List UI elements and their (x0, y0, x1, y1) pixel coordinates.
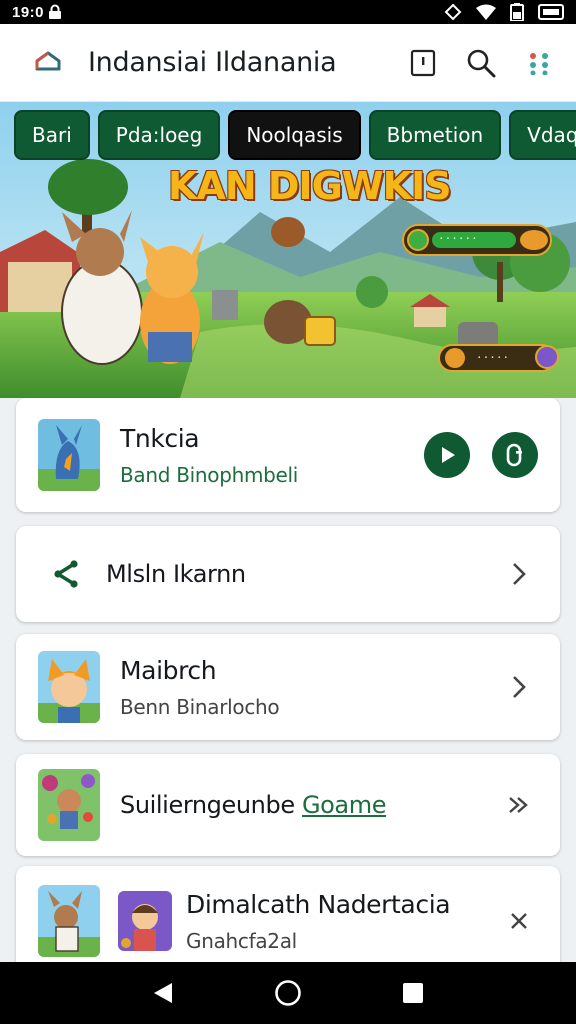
list-item-dimalcath[interactable]: Dimalcath Nadertacia Gnahcfa2al (16, 866, 560, 962)
home-nav-icon[interactable] (268, 973, 308, 1013)
game-link[interactable]: Goame (302, 791, 387, 819)
item-title: Tnkcia (120, 423, 200, 453)
tab-pdaloeg[interactable]: Pda:loeg (97, 110, 221, 160)
game-thumbnail (38, 419, 100, 491)
item-title: Dimalcath Nadertacia (186, 889, 451, 919)
home-icon[interactable] (32, 47, 64, 79)
search-icon[interactable] (464, 46, 498, 80)
tab-bbmetion[interactable]: Bbmetion (368, 110, 502, 160)
creature-icon (445, 348, 465, 368)
share-icon (50, 558, 84, 590)
signal-box-icon (538, 3, 564, 21)
play-icon (442, 447, 455, 463)
item-title: Suilierngeunbe Goame (120, 791, 387, 819)
play-button[interactable] (424, 432, 470, 478)
fox-head-icon (520, 230, 548, 250)
battery-icon (510, 3, 524, 21)
item-subtitle: Band Binophmbeli (120, 462, 299, 487)
list-item-share[interactable]: Mlsln Ikarnn (16, 526, 560, 622)
game-thumbnail (38, 769, 100, 841)
hud-coins-pill: ····· (438, 344, 559, 372)
chevron-right-icon (506, 561, 532, 587)
back-icon[interactable] (143, 973, 183, 1013)
double-chevron-icon (506, 792, 532, 818)
list-item-maibrch[interactable]: Maibrch Benn Binarlocho (16, 634, 560, 740)
wifi-icon (476, 4, 496, 20)
app-title: Indansiai Ildanania (88, 47, 337, 78)
rotate-icon (444, 3, 462, 21)
tab-noolqasis[interactable]: Noolqasis (228, 110, 361, 160)
item-title: Mlsln Ikarnn (106, 560, 246, 588)
toggle-button[interactable] (492, 432, 538, 478)
tab-vdaqecin[interactable]: Vdaqecin (509, 110, 576, 160)
list-item-tnkcia[interactable]: Tnkcia Band Binophmbeli (16, 398, 560, 512)
item-subtitle: Benn Binarlocho (120, 694, 280, 719)
system-nav-bar (0, 962, 576, 1024)
hud-label: ······ (438, 232, 478, 245)
orb-icon (535, 345, 559, 369)
list-item-suilierngeunbe[interactable]: Suilierngeunbe Goame (16, 754, 560, 856)
hud-progress-bar: ······ (402, 224, 552, 256)
status-bar: 19:0 (0, 0, 576, 24)
hud2-label: ····· (476, 351, 510, 364)
game-thumbnail (38, 885, 100, 957)
game-list: Tnkcia Band Binophmbeli Mlsln Ikarnn Mai… (0, 398, 576, 962)
gem-icon (407, 229, 429, 251)
info-icon[interactable] (406, 46, 440, 80)
game-banner[interactable]: Bari Pda:loeg Noolqasis Bbmetion Vdaqeci… (0, 102, 576, 398)
game-thumbnail (38, 651, 100, 723)
game-thumbnail-secondary (118, 891, 172, 951)
category-tabs: Bari Pda:loeg Noolqasis Bbmetion Vdaqeci… (14, 110, 576, 160)
chevron-right-icon (506, 674, 532, 700)
status-time: 19:0 (12, 3, 45, 21)
item-title: Maibrch (120, 655, 217, 685)
app-bar: Indansiai Ildanania (0, 24, 576, 102)
tab-bari[interactable]: Bari (14, 110, 90, 160)
recents-icon[interactable] (393, 973, 433, 1013)
close-icon[interactable] (506, 908, 532, 934)
toggle-icon (506, 443, 522, 467)
banner-title: KAN DIGWKIS (168, 164, 452, 208)
lock-icon (48, 4, 62, 20)
apps-icon[interactable] (522, 46, 556, 80)
item-subtitle: Gnahcfa2al (186, 928, 297, 953)
